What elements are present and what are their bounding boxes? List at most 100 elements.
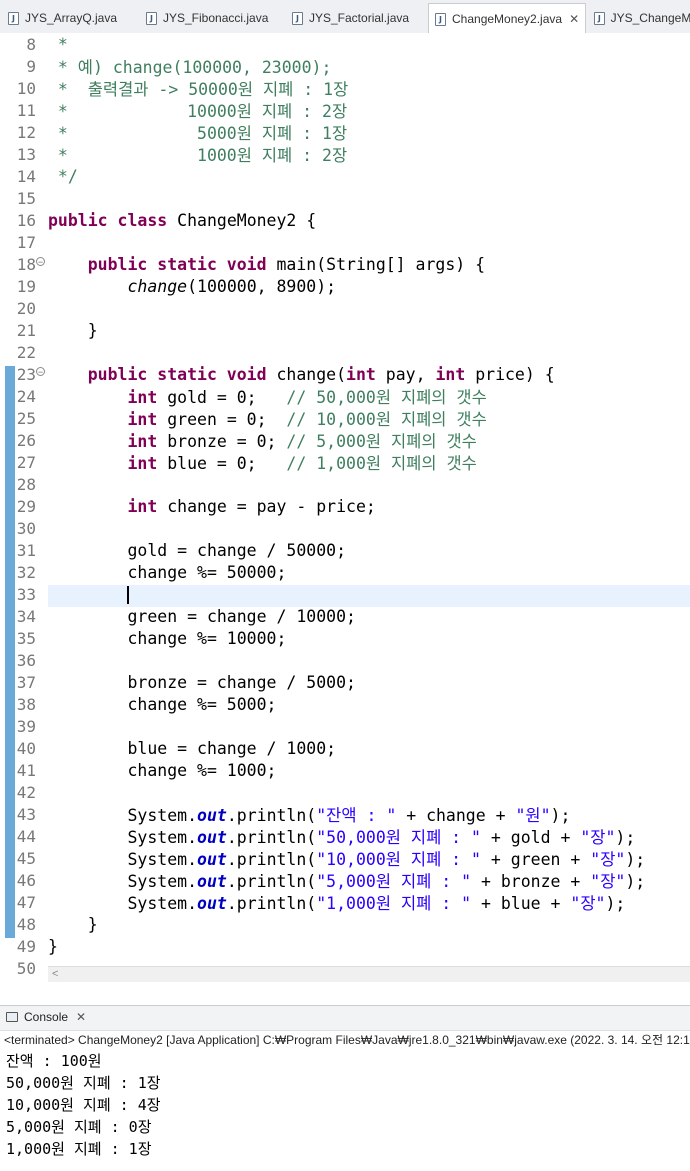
java-file-icon: J <box>8 11 19 25</box>
static-field: out <box>197 894 227 913</box>
code-text: System.out.println("잔액 : " + change + "원… <box>48 802 570 826</box>
line-number: 29 <box>16 496 36 516</box>
code-line: 34 green = change / 10000; <box>0 605 690 627</box>
keyword: int <box>48 388 158 407</box>
identifier: .println( <box>226 894 317 913</box>
code-editor[interactable]: 8 * 9 * 예) change(100000, 23000); 10 * 출… <box>0 33 690 982</box>
line-number: 49 <box>16 936 36 956</box>
tab-label: JYS_Fibonacci.java <box>163 11 269 25</box>
identifier: + green + <box>480 850 591 869</box>
identifier: ); <box>625 850 646 869</box>
comment: // 10,000원 지폐의 갯수 <box>286 410 487 429</box>
code-line: 12 * 5000원 지폐 : 1장 <box>0 121 690 144</box>
line-number: 45 <box>16 848 36 868</box>
code-line: 24 int gold = 0; // 50,000원 지폐의 갯수 <box>0 385 690 408</box>
code-line: 15 <box>0 187 690 209</box>
keyword: int <box>48 432 158 451</box>
line-number: 35 <box>16 628 36 648</box>
console-output-line: 1,000원 지폐 : 1장 <box>6 1139 152 1158</box>
tab-changemoney2[interactable]: J ChangeMoney2.java ✕ <box>428 3 586 33</box>
keyword: public static void <box>48 254 267 274</box>
line-number: 41 <box>16 760 36 780</box>
console-output[interactable]: 잔액 : 100원 50,000원 지폐 : 1장 10,000원 지폐 : 4… <box>6 1049 161 1159</box>
code-text: * 10000원 지폐 : 2장 <box>48 102 348 121</box>
line-number: 43 <box>16 804 36 824</box>
code-line: 27 int blue = 0; // 1,000원 지폐의 갯수 <box>0 451 690 474</box>
identifier: bronze = 0; <box>157 432 287 451</box>
code-line: 47 System.out.println("1,000원 지폐 : " + b… <box>0 890 690 914</box>
identifier: price) { <box>465 364 555 384</box>
code-text: System.out.println("1,000원 지폐 : " + blue… <box>48 890 625 914</box>
line-number: 19 <box>16 276 36 296</box>
line-number: 14 <box>16 166 36 186</box>
tab-label: JYS_Factorial.java <box>309 11 410 25</box>
string-literal: "잔액 : " <box>316 806 397 825</box>
line-number: 22 <box>16 342 36 362</box>
tab-console[interactable]: Console ✕ <box>6 1010 86 1024</box>
line-number: 12 <box>16 122 36 142</box>
code-line: 25 int green = 0; // 10,000원 지폐의 갯수 <box>0 406 690 430</box>
fold-toggle-icon[interactable]: − <box>36 257 45 267</box>
code-text: public class ChangeMoney2 { <box>48 211 316 230</box>
code-line: 28 <box>0 473 690 495</box>
code-line: 31 gold = change / 50000; <box>0 539 690 561</box>
keyword: int <box>48 410 158 429</box>
code-line: 8 * <box>0 33 690 55</box>
tab-jys-arrayq[interactable]: J JYS_ArrayQ.java <box>2 4 142 32</box>
code-text: gold = change / 50000; <box>48 540 347 560</box>
scroll-left-icon[interactable]: < <box>52 968 58 980</box>
static-field: out <box>197 806 227 825</box>
code-text: * 출력결과 -> 50000원 지폐 : 1장 <box>48 80 349 99</box>
identifier: pay, <box>375 364 436 384</box>
code-text: change(100000, 8900); <box>48 277 336 296</box>
code-line: 44 System.out.println("50,000원 지폐 : " + … <box>0 825 690 848</box>
comment: // 5,000원 지폐의 갯수 <box>286 432 477 451</box>
fold-toggle-icon[interactable]: − <box>36 367 45 377</box>
code-line: 49} <box>0 935 690 957</box>
line-number: 32 <box>16 562 36 582</box>
code-lines: 8 * 9 * 예) change(100000, 23000); 10 * 출… <box>0 33 690 979</box>
code-line: 16 public class ChangeMoney2 { <box>0 209 690 231</box>
code-line: 17 <box>0 231 690 253</box>
line-number: 28 <box>16 474 36 494</box>
static-field: out <box>197 850 227 869</box>
tab-jys-fibonacci[interactable]: J JYS_Fibonacci.java <box>140 4 288 32</box>
string-literal: "장" <box>570 894 606 913</box>
console-output-line: 50,000원 지폐 : 1장 <box>6 1073 161 1092</box>
code-line: 10 * 출력결과 -> 50000원 지폐 : 1장 <box>0 77 690 100</box>
tab-label: ChangeMoney2.java <box>452 12 563 26</box>
identifier: .println( <box>226 828 317 847</box>
close-icon[interactable]: ✕ <box>76 1010 86 1024</box>
close-icon[interactable]: ✕ <box>569 12 579 26</box>
identifier: .println( <box>226 850 317 869</box>
code-text <box>48 584 129 604</box>
code-text: int green = 0; // 10,000원 지폐의 갯수 <box>48 406 487 430</box>
code-text: change %= 10000; <box>48 628 287 648</box>
code-line: 35 change %= 10000; <box>0 627 690 649</box>
line-number: 13 <box>16 144 36 164</box>
code-text: * 1000원 지폐 : 2장 <box>48 146 348 165</box>
line-number: 15 <box>16 188 36 208</box>
tab-jys-factorial[interactable]: J JYS_Factorial.java <box>286 4 428 32</box>
code-text: change %= 5000; <box>48 694 277 714</box>
code-text: green = change / 10000; <box>48 606 356 626</box>
code-line: 42 <box>0 781 690 803</box>
code-line: 21 } <box>0 319 690 341</box>
code-line: 39 <box>0 715 690 737</box>
identifier: change( <box>266 364 347 384</box>
code-text: System.out.println("10,000원 지폐 : " + gre… <box>48 846 645 870</box>
code-line: 20 <box>0 297 690 319</box>
line-number: 30 <box>16 518 36 538</box>
code-line: 26 int bronze = 0; // 5,000원 지폐의 갯수 <box>0 429 690 452</box>
tab-jys-changemoney[interactable]: J JYS_ChangeMo <box>588 4 690 32</box>
arguments: (100000, 8900); <box>187 276 337 296</box>
keyword: public static void <box>48 364 267 384</box>
code-text: change %= 1000; <box>48 760 277 780</box>
line-number: 11 <box>16 100 36 120</box>
line-number: 25 <box>16 408 36 428</box>
code-text: } <box>48 914 98 934</box>
horizontal-scrollbar[interactable]: < <box>48 966 690 982</box>
method-call: change <box>127 276 188 296</box>
line-number: 26 <box>16 430 36 450</box>
